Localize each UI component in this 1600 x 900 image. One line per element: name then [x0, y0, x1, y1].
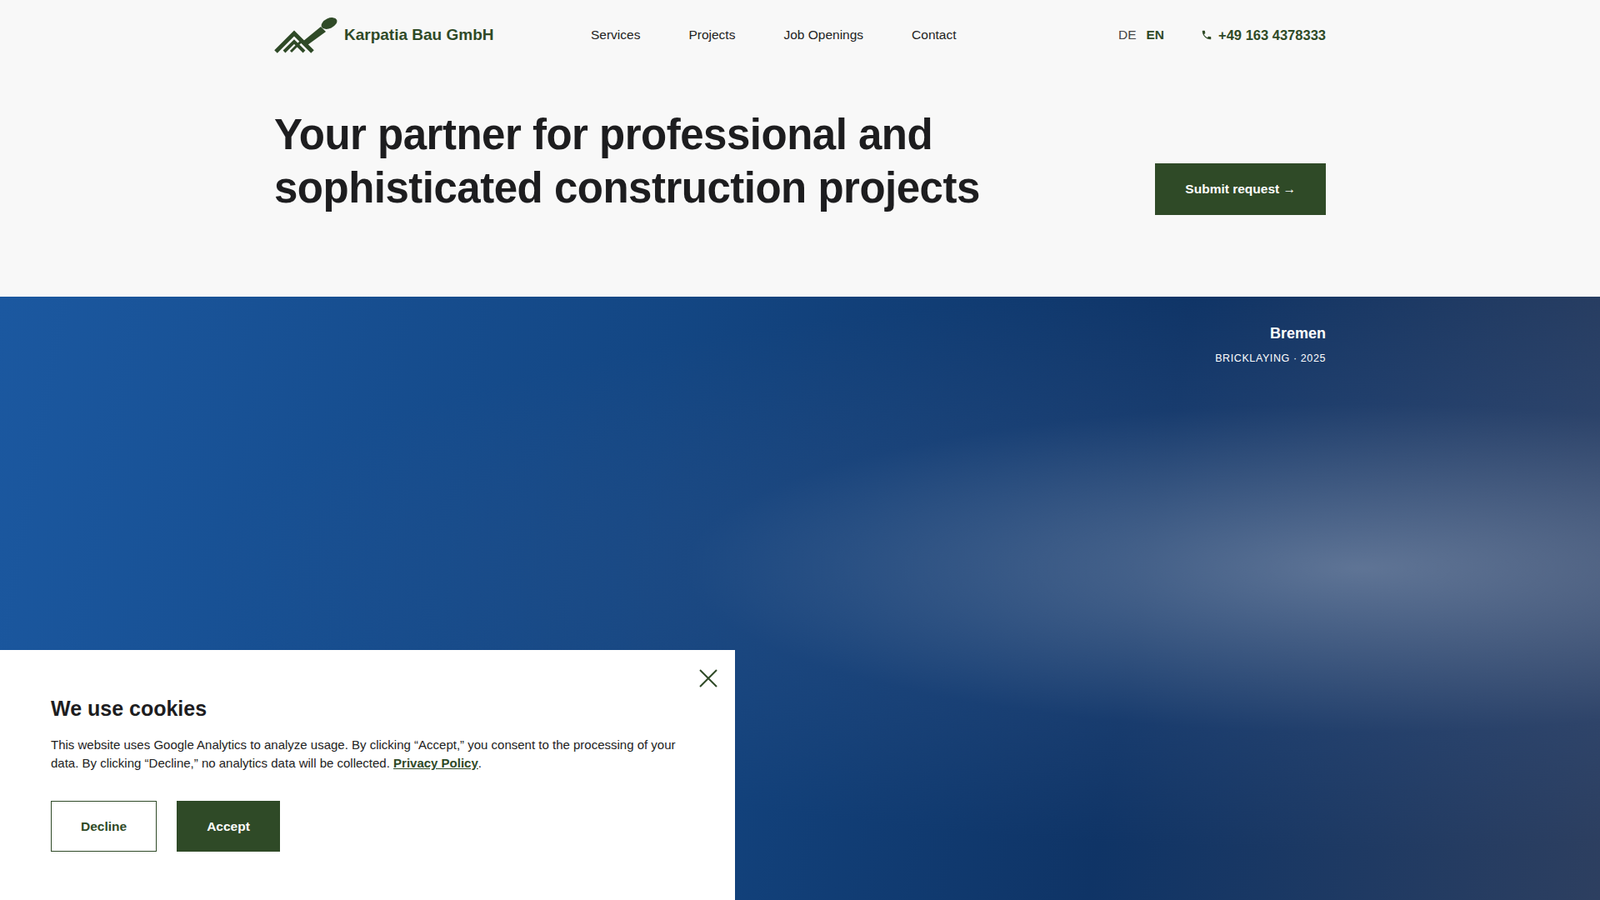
language-switch: DE EN: [1118, 27, 1165, 43]
main-nav: Services Projects Job Openings Contact: [590, 27, 1119, 43]
phone-link[interactable]: +49 163 4378333: [1200, 27, 1326, 44]
nav-link[interactable]: Job Openings: [783, 27, 864, 43]
cookie-title: We use cookies: [50, 696, 685, 721]
submit-request-button[interactable]: Submit request →: [1155, 163, 1326, 215]
trowel-house-icon: [274, 16, 338, 54]
logo-text: Karpatia Bau GmbH: [344, 25, 494, 45]
hero-heading: Your partner for professional andsophist…: [274, 108, 1122, 215]
project-caption: Bremen BRICKLAYING · 2025: [274, 296, 1326, 365]
cookie-banner: We use cookies This website uses Google A…: [0, 650, 735, 900]
heading-line: sophisticated construction projects: [274, 161, 1122, 215]
project-meta: BRICKLAYING · 2025: [1215, 352, 1326, 365]
heading-line: Your partner for professional and: [274, 108, 1122, 162]
site-header: Karpatia Bau GmbH Services Projects Job Ope…: [274, 0, 1326, 70]
project-city: Bremen: [1270, 325, 1326, 343]
phone-icon: [1200, 29, 1213, 41]
close-button[interactable]: [693, 663, 724, 694]
cookie-button[interactable]: Decline: [50, 800, 157, 852]
nav-link[interactable]: Projects: [688, 27, 735, 43]
hero-intro: Your partner for professional andsophist…: [274, 70, 1326, 297]
phone-number: +49 163 4378333: [1218, 27, 1326, 44]
cookie-text: This website uses Google Analytics to an…: [50, 735, 685, 773]
nav-link[interactable]: Services: [590, 27, 640, 43]
cookie-button[interactable]: Accept: [176, 800, 280, 852]
privacy-policy-link[interactable]: Privacy Policy: [393, 755, 479, 770]
nav-link[interactable]: Contact: [911, 27, 956, 43]
language-option[interactable]: EN: [1146, 27, 1165, 43]
page: Karpatia Bau GmbH Services Projects Job Ope…: [0, 0, 1600, 900]
cookie-buttons: Decline Accept: [50, 800, 685, 852]
close-icon: [698, 668, 719, 689]
logo[interactable]: Karpatia Bau GmbH: [274, 16, 591, 54]
language-option[interactable]: DE: [1118, 27, 1137, 43]
